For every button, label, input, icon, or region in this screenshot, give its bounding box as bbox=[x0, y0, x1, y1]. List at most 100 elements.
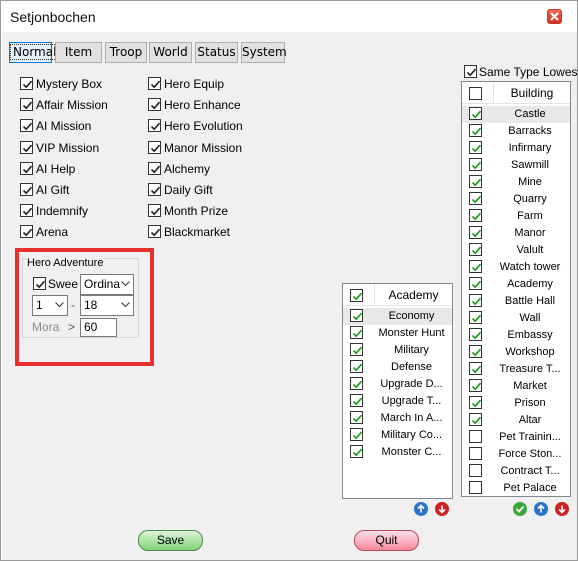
list-item[interactable]: Manor bbox=[462, 225, 570, 242]
list-item-checkbox[interactable] bbox=[469, 260, 482, 273]
list-item[interactable]: Military Co... bbox=[343, 427, 452, 444]
list-item[interactable]: Defense bbox=[343, 359, 452, 376]
option-checkbox[interactable] bbox=[148, 77, 161, 90]
list-item[interactable]: Upgrade T... bbox=[343, 393, 452, 410]
option-checkbox[interactable] bbox=[148, 161, 161, 175]
list-item[interactable]: Battle Hall bbox=[462, 293, 570, 310]
list-item[interactable]: Pet Palace bbox=[462, 480, 570, 497]
building-move-down-button[interactable] bbox=[555, 502, 569, 516]
save-button[interactable]: Save bbox=[138, 530, 203, 551]
list-item[interactable]: Monster C... bbox=[343, 444, 452, 461]
list-item-checkbox[interactable] bbox=[469, 447, 482, 460]
list-item-checkbox[interactable] bbox=[350, 394, 363, 407]
list-item-checkbox[interactable] bbox=[469, 243, 482, 256]
option-checkbox[interactable] bbox=[20, 225, 33, 239]
option-checkbox[interactable] bbox=[20, 98, 33, 112]
list-item-checkbox[interactable] bbox=[469, 277, 482, 290]
list-item-checkbox[interactable] bbox=[350, 360, 363, 373]
list-item-checkbox[interactable] bbox=[469, 124, 482, 137]
list-item-checkbox[interactable] bbox=[469, 192, 482, 205]
list-item[interactable]: Market bbox=[462, 378, 570, 395]
option-checkbox[interactable] bbox=[148, 119, 161, 133]
option-checkbox[interactable] bbox=[20, 183, 33, 196]
list-item[interactable]: Valult bbox=[462, 242, 570, 259]
list-item-checkbox[interactable] bbox=[469, 396, 482, 409]
list-item[interactable]: Pet Trainin... bbox=[462, 429, 570, 446]
list-item[interactable]: Barracks bbox=[462, 123, 570, 140]
option-checkbox[interactable] bbox=[20, 119, 33, 133]
list-item-checkbox[interactable] bbox=[469, 413, 482, 426]
list-item-checkbox[interactable] bbox=[469, 481, 482, 494]
list-item[interactable]: Sawmill bbox=[462, 157, 570, 174]
list-item[interactable]: Mine bbox=[462, 174, 570, 191]
list-item-checkbox[interactable] bbox=[350, 411, 363, 424]
list-item[interactable]: Quarry bbox=[462, 191, 570, 208]
list-item-checkbox[interactable] bbox=[469, 362, 482, 375]
tab-world[interactable]: World bbox=[149, 42, 192, 63]
academy-list[interactable]: Academy Economy Monster Hunt Military Defen… bbox=[342, 283, 453, 499]
option-checkbox[interactable] bbox=[148, 204, 161, 218]
option-label: Daily Gift bbox=[164, 183, 213, 197]
list-item-checkbox[interactable] bbox=[350, 309, 363, 322]
close-button[interactable] bbox=[547, 9, 562, 24]
list-item[interactable]: Force Ston... bbox=[462, 446, 570, 463]
list-item-checkbox[interactable] bbox=[469, 141, 482, 154]
list-item[interactable]: Military bbox=[343, 342, 452, 359]
list-item[interactable]: Infirmary bbox=[462, 140, 570, 157]
list-item[interactable]: Farm bbox=[462, 208, 570, 225]
list-item[interactable]: Contract T... bbox=[462, 463, 570, 480]
option-checkbox[interactable] bbox=[148, 98, 161, 112]
list-item[interactable]: Treasure T... bbox=[462, 361, 570, 378]
option-checkbox[interactable] bbox=[148, 140, 161, 154]
tab-troop[interactable]: Troop bbox=[105, 42, 147, 63]
list-item-checkbox[interactable] bbox=[469, 464, 482, 477]
academy-move-up-button[interactable] bbox=[414, 502, 428, 516]
academy-move-down-button[interactable] bbox=[435, 502, 449, 516]
list-item-checkbox[interactable] bbox=[469, 345, 482, 358]
list-item-checkbox[interactable] bbox=[469, 107, 482, 120]
list-item[interactable]: March In A... bbox=[343, 410, 452, 427]
list-item[interactable]: Workshop bbox=[462, 344, 570, 361]
list-item-checkbox[interactable] bbox=[350, 343, 363, 356]
same-type-lowest-checkbox[interactable] bbox=[464, 65, 477, 78]
quit-button[interactable]: Quit bbox=[354, 530, 419, 551]
list-item-checkbox[interactable] bbox=[469, 226, 482, 239]
option-checkbox[interactable] bbox=[148, 225, 161, 239]
tab-system[interactable]: System bbox=[241, 42, 287, 63]
option-checkbox[interactable] bbox=[20, 140, 33, 154]
list-item[interactable]: Wall bbox=[462, 310, 570, 327]
list-item-checkbox[interactable] bbox=[469, 294, 482, 307]
building-list[interactable]: Building Castle Barracks Infirmary Sawmill M… bbox=[461, 81, 571, 497]
building-confirm-button[interactable] bbox=[513, 502, 527, 516]
building-move-up-button[interactable] bbox=[534, 502, 548, 516]
list-item-checkbox[interactable] bbox=[469, 209, 482, 222]
list-item[interactable]: Altar bbox=[462, 412, 570, 429]
tab-status[interactable]: Status bbox=[195, 42, 238, 63]
list-item-checkbox[interactable] bbox=[350, 445, 363, 458]
list-item-checkbox[interactable] bbox=[350, 428, 363, 441]
list-item-checkbox[interactable] bbox=[469, 175, 482, 188]
list-item-checkbox[interactable] bbox=[469, 158, 482, 171]
tab-normal[interactable]: Normal bbox=[9, 42, 60, 63]
list-item-checkbox[interactable] bbox=[469, 379, 482, 392]
academy-select-all-checkbox[interactable] bbox=[350, 289, 363, 302]
list-item-checkbox[interactable] bbox=[469, 328, 482, 341]
list-item[interactable]: Watch tower bbox=[462, 259, 570, 276]
list-item[interactable]: Upgrade D... bbox=[343, 376, 452, 393]
list-item[interactable]: Prison bbox=[462, 395, 570, 412]
list-item-checkbox[interactable] bbox=[350, 326, 363, 339]
list-item[interactable]: Castle bbox=[462, 106, 570, 123]
list-item-checkbox[interactable] bbox=[350, 377, 363, 390]
option-checkbox[interactable] bbox=[20, 77, 33, 90]
list-item[interactable]: Academy bbox=[462, 276, 570, 293]
option-checkbox[interactable] bbox=[148, 183, 161, 196]
list-item-checkbox[interactable] bbox=[469, 311, 482, 324]
list-item[interactable]: Economy bbox=[343, 308, 452, 325]
tab-item[interactable]: Item bbox=[55, 42, 102, 63]
option-checkbox[interactable] bbox=[20, 204, 33, 218]
list-item-checkbox[interactable] bbox=[469, 430, 482, 443]
list-item[interactable]: Embassy bbox=[462, 327, 570, 344]
list-item[interactable]: Monster Hunt bbox=[343, 325, 452, 342]
option-checkbox[interactable] bbox=[20, 161, 33, 175]
building-select-all-checkbox[interactable] bbox=[469, 87, 482, 100]
